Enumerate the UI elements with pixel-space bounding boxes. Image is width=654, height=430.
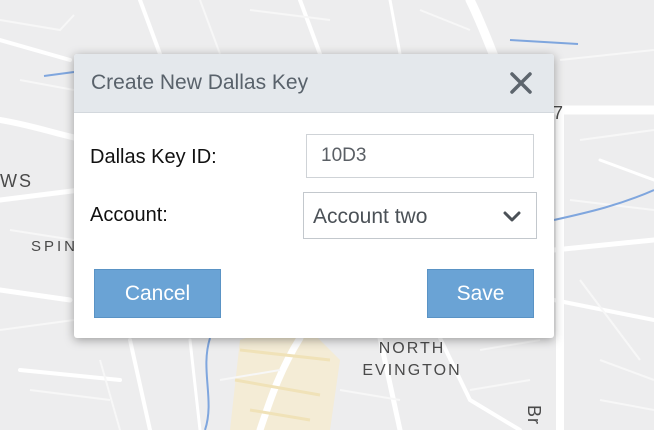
close-button[interactable] [506,68,536,98]
map-label-ws: WS [0,171,33,191]
cancel-button[interactable]: Cancel [94,269,221,318]
save-button[interactable]: Save [427,269,534,318]
dialog-header: Create New Dallas Key [74,54,554,113]
dialog-title: Create New Dallas Key [91,71,309,94]
chevron-down-icon [503,211,521,222]
map-label-br: Br [524,405,544,425]
dallas-key-id-label: Dallas Key ID: [90,146,217,168]
dallas-key-id-input[interactable] [306,134,534,178]
account-label: Account: [90,204,168,226]
close-icon [510,72,532,94]
map-label-7: 7 [553,103,564,123]
map-label-north: NORTH EVINGTON [362,340,462,379]
account-select-value: Account two [313,205,428,228]
map-label-spin: SPIN [31,238,79,255]
account-select[interactable]: Account two [303,192,537,239]
create-dallas-key-dialog: Create New Dallas Key Dallas Key ID: Acc… [74,54,554,338]
